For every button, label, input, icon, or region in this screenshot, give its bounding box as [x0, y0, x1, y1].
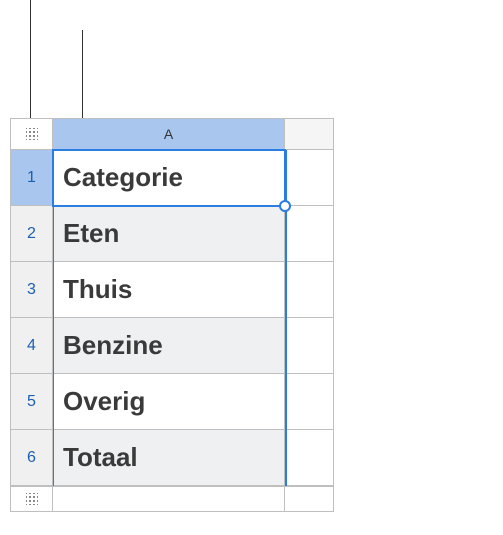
- footer-cell-extra: [285, 486, 333, 511]
- spreadsheet-table: A 1 Categorie 2 Eten 3 Thuis 4 Benzine 5…: [10, 118, 334, 512]
- add-row-handle[interactable]: [11, 486, 53, 511]
- table-row: 3 Thuis: [11, 262, 333, 318]
- callout-line-row-header: [30, 0, 31, 118]
- table-row: 2 Eten: [11, 206, 333, 262]
- table-row: 4 Benzine: [11, 318, 333, 374]
- cell-B4[interactable]: [285, 318, 333, 374]
- row-header-3[interactable]: 3: [11, 262, 53, 318]
- table-row: 6 Totaal: [11, 430, 333, 486]
- table-row: 1 Categorie: [11, 150, 333, 206]
- cell-A5[interactable]: Overig: [53, 374, 285, 430]
- column-header-extra: [285, 119, 333, 150]
- footer-row: [11, 486, 333, 511]
- header-row: A: [11, 119, 333, 150]
- cell-A6[interactable]: Totaal: [53, 430, 285, 486]
- callout-line-column-header: [82, 30, 83, 118]
- cell-B5[interactable]: [285, 374, 333, 430]
- cell-A1[interactable]: Categorie: [53, 150, 285, 206]
- row-header-2[interactable]: 2: [11, 206, 53, 262]
- cell-B1[interactable]: [285, 150, 333, 206]
- footer-cell: [53, 486, 285, 511]
- row-header-1[interactable]: 1: [11, 150, 53, 206]
- cell-A3[interactable]: Thuis: [53, 262, 285, 318]
- grid-icon: [26, 128, 38, 140]
- cell-B2[interactable]: [285, 206, 333, 262]
- cell-A2[interactable]: Eten: [53, 206, 285, 262]
- row-header-5[interactable]: 5: [11, 374, 53, 430]
- select-all-corner[interactable]: [11, 119, 53, 150]
- column-header-A[interactable]: A: [53, 119, 285, 150]
- selection-drag-handle[interactable]: [279, 200, 291, 212]
- row-header-6[interactable]: 6: [11, 430, 53, 486]
- table-row: 5 Overig: [11, 374, 333, 430]
- cell-B6[interactable]: [285, 430, 333, 486]
- cell-B3[interactable]: [285, 262, 333, 318]
- row-header-4[interactable]: 4: [11, 318, 53, 374]
- grid-icon: [26, 493, 38, 505]
- cell-A4[interactable]: Benzine: [53, 318, 285, 374]
